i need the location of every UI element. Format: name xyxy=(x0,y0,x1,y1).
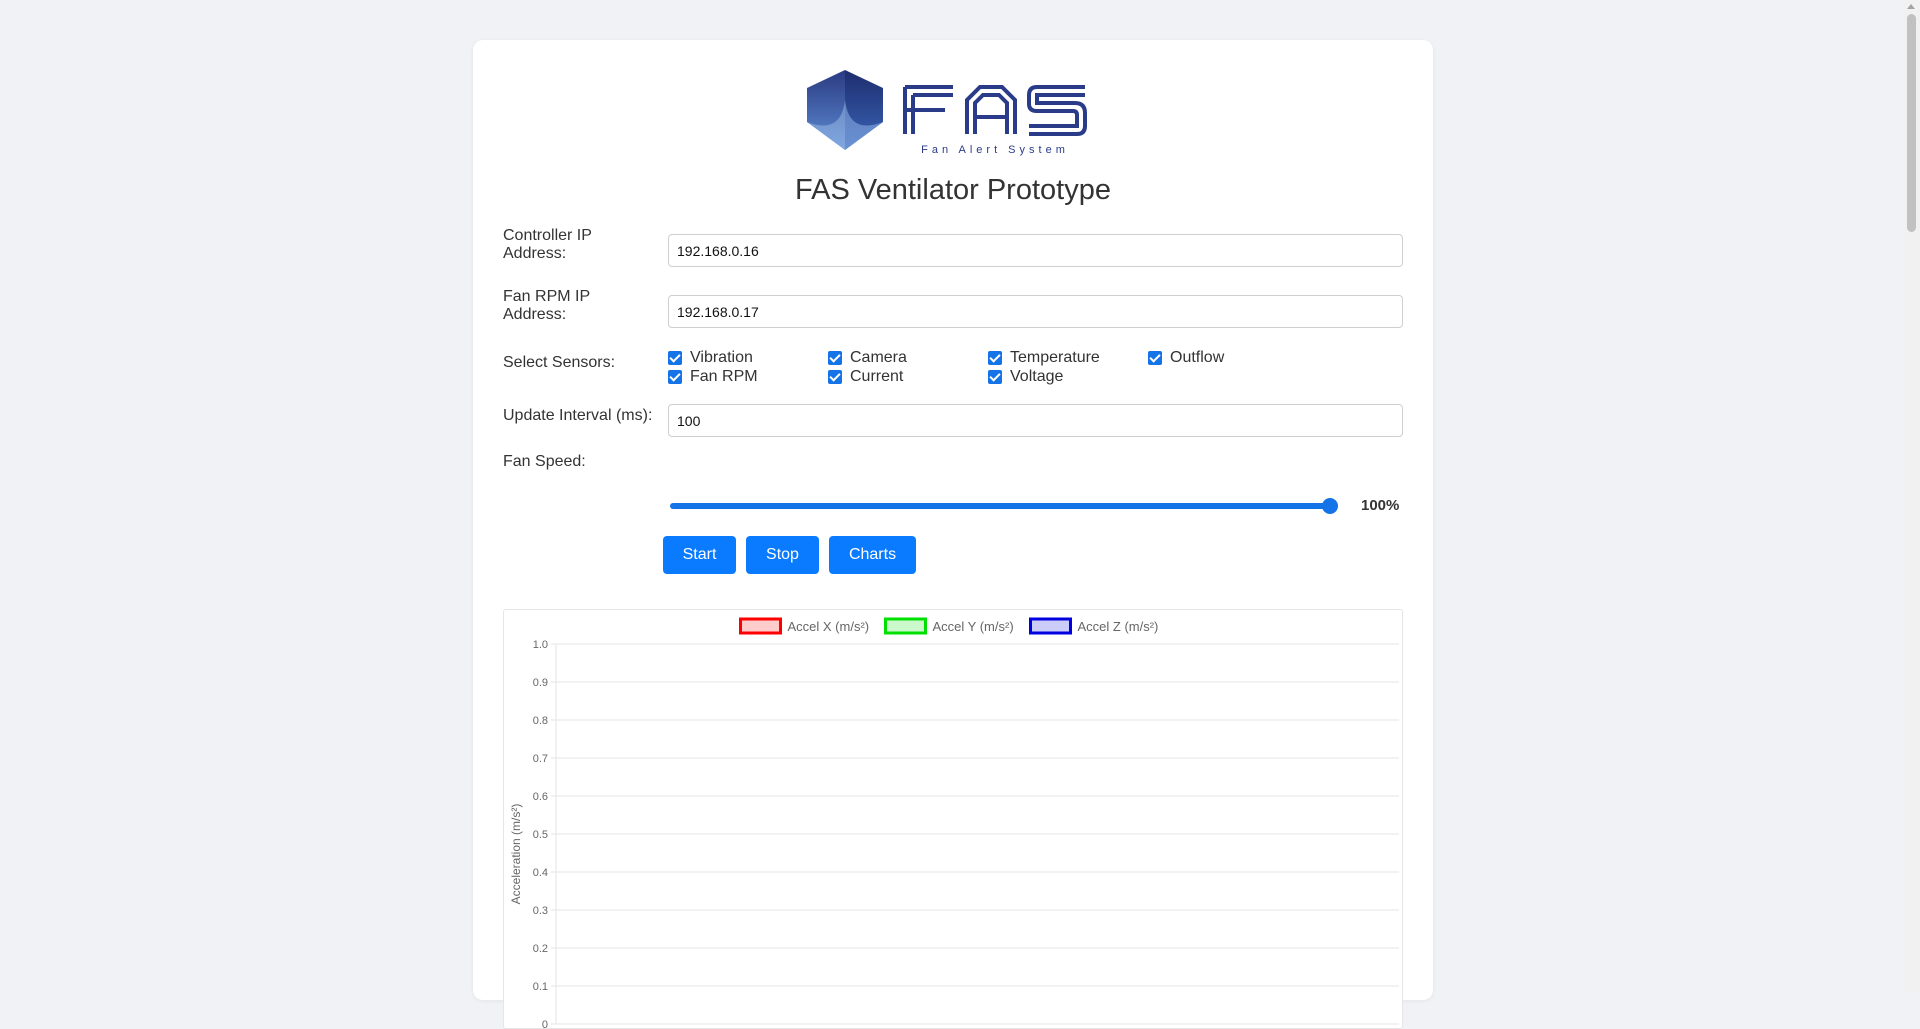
sensor-label: Camera xyxy=(850,349,907,366)
legend-swatch xyxy=(1029,617,1072,635)
fas-logo: Fan Alert System xyxy=(807,70,1087,156)
sensor-checkbox-group: Vibration Camera Temperature Outflow Fan… xyxy=(668,349,1268,389)
y-tick-label: 1.0 xyxy=(533,639,548,651)
y-tick-label: 0.4 xyxy=(533,867,548,879)
fan-speed-slider[interactable] xyxy=(670,498,1338,514)
y-tick-label: 0.7 xyxy=(533,753,548,765)
legend-swatch xyxy=(884,617,927,635)
acceleration-chart: 1.0 0.9 0.8 0.7 0.6 0.5 0.4 0.3 0.2 0.1 0 Accelerat… xyxy=(503,609,1403,1029)
scrollbar-thumb[interactable] xyxy=(1907,14,1916,232)
sensor-label: Fan RPM xyxy=(690,368,758,385)
main-card: Fan Alert System FAS Ventilator Prototyp… xyxy=(473,40,1433,1029)
legend-swatch xyxy=(739,617,782,635)
y-tick-label: 0.8 xyxy=(533,715,548,727)
controller-ip-input[interactable] xyxy=(668,234,1403,267)
camera-checkbox[interactable] xyxy=(828,351,842,365)
sensor-label: Temperature xyxy=(1010,349,1100,366)
current-checkbox[interactable] xyxy=(828,370,842,384)
y-tick-label: 0.3 xyxy=(533,905,548,917)
page-title: FAS Ventilator Prototype xyxy=(795,174,1111,206)
sensor-label: Voltage xyxy=(1010,368,1064,385)
fan-rpm-ip-input[interactable] xyxy=(668,295,1403,328)
update-interval-label: Update Interval (ms): xyxy=(503,407,653,424)
y-tick-label: 0.6 xyxy=(533,791,548,803)
fan-speed-value: 100% xyxy=(1361,497,1400,514)
slider-thumb[interactable] xyxy=(1322,498,1338,514)
sensor-label: Vibration xyxy=(690,349,753,366)
y-tick-label: 0.9 xyxy=(533,677,548,689)
sensor-current[interactable]: Current xyxy=(828,368,903,386)
sensor-label: Current xyxy=(850,368,904,385)
select-sensors-label: Select Sensors: xyxy=(503,354,616,371)
legend-label: Accel X (m/s²) xyxy=(788,619,870,634)
fan-speed-label: Fan Speed: xyxy=(503,453,586,470)
sensor-label: Outflow xyxy=(1170,349,1225,366)
fan-rpm-checkbox[interactable] xyxy=(668,370,682,384)
y-tick-label: 0.1 xyxy=(533,981,548,993)
controller-ip-label: Controller IP Address: xyxy=(503,227,592,262)
charts-button[interactable]: Charts xyxy=(829,536,916,574)
stop-button[interactable]: Stop xyxy=(746,536,819,574)
fan-rpm-ip-label: Fan RPM IP Address: xyxy=(503,288,590,323)
outflow-checkbox[interactable] xyxy=(1148,351,1162,365)
legend-label: Accel Y (m/s²) xyxy=(933,619,1014,634)
voltage-checkbox[interactable] xyxy=(988,370,1002,384)
sensor-camera[interactable]: Camera xyxy=(828,349,907,367)
update-interval-input[interactable] xyxy=(668,404,1403,437)
vibration-checkbox[interactable] xyxy=(668,351,682,365)
legend-label: Accel Z (m/s²) xyxy=(1078,619,1159,634)
y-tick-label: 0.2 xyxy=(533,943,548,955)
sensor-fan-rpm[interactable]: Fan RPM xyxy=(668,368,758,386)
sensor-temperature[interactable]: Temperature xyxy=(988,349,1100,367)
y-axis-label: Acceleration (m/s²) xyxy=(509,804,523,905)
sensor-vibration[interactable]: Vibration xyxy=(668,349,753,367)
y-tick-label: 0 xyxy=(542,1019,548,1028)
scroll-up-icon[interactable] xyxy=(1907,4,1915,9)
temperature-checkbox[interactable] xyxy=(988,351,1002,365)
page-scrollbar[interactable] xyxy=(1903,0,1920,991)
sensor-voltage[interactable]: Voltage xyxy=(988,368,1063,386)
chart-canvas: 1.0 0.9 0.8 0.7 0.6 0.5 0.4 0.3 0.2 0.1 0 Accelerat… xyxy=(509,617,1399,1028)
sensor-outflow[interactable]: Outflow xyxy=(1148,349,1224,367)
svg-text:Fan Alert System: Fan Alert System xyxy=(921,144,1069,156)
slider-track xyxy=(670,503,1330,509)
y-tick-label: 0.5 xyxy=(533,829,548,841)
start-button[interactable]: Start xyxy=(663,536,736,574)
